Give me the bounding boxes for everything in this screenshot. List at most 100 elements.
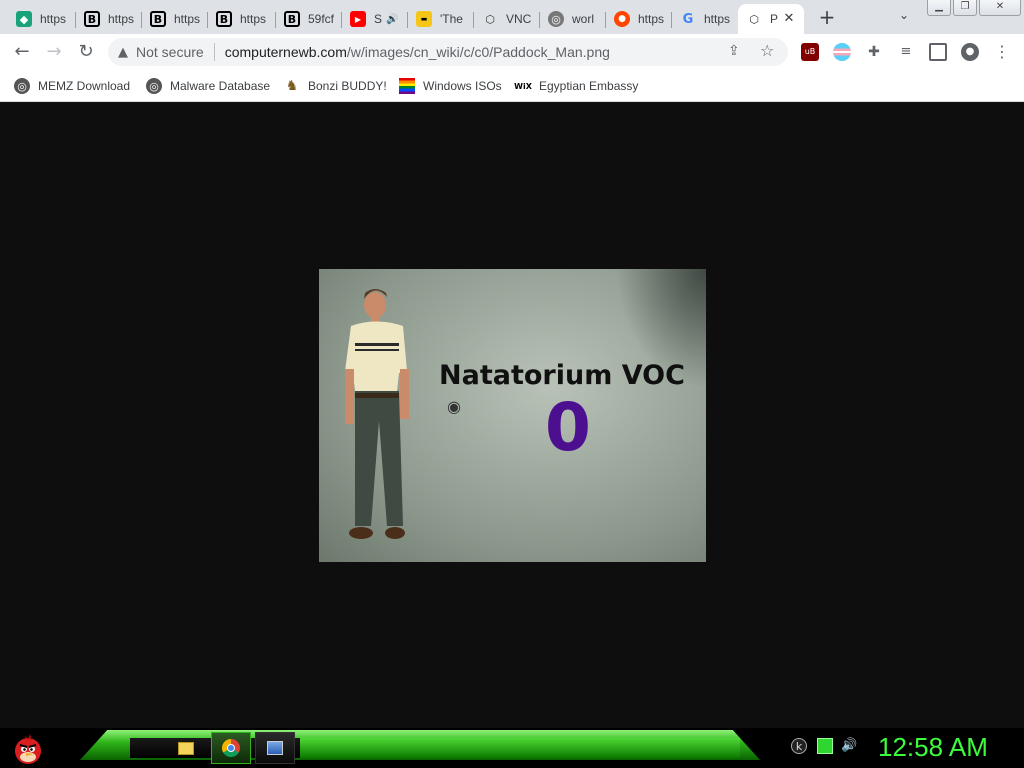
tab-4[interactable]: B https xyxy=(208,4,276,34)
taskbar-clock[interactable]: 12:58 AM xyxy=(878,732,988,763)
taskbar-chrome-button[interactable] xyxy=(211,732,251,764)
taskbar-folder-icon[interactable] xyxy=(166,732,206,764)
close-tab-icon[interactable]: ✕ xyxy=(780,10,798,28)
taskbar-green-band xyxy=(300,738,740,758)
tab-title: https xyxy=(174,12,201,26)
youtube-icon: ▶ xyxy=(350,11,366,27)
media-queue-icon[interactable]: ≡ xyxy=(897,43,915,61)
tab-title: P xyxy=(770,12,779,26)
flag-extension-icon[interactable] xyxy=(833,43,851,61)
b-icon: B xyxy=(84,11,100,27)
browser-toolbar: ← → ↻ ▲ Not secure computernewb.com/w/im… xyxy=(0,34,1024,70)
speaker-icon[interactable]: 🔊 xyxy=(386,14,398,25)
vnc-icon: ⬡ xyxy=(485,12,495,26)
url-text[interactable]: computernewb.com/w/images/cn_wiki/c/c0/P… xyxy=(225,44,610,60)
globe-icon: ◎ xyxy=(14,78,30,94)
restore-button[interactable]: ❐ xyxy=(953,0,977,16)
man-figure xyxy=(345,289,409,539)
url-host: computernewb.com xyxy=(224,44,347,60)
tab-title: 'The xyxy=(440,12,463,26)
tab-8[interactable]: ⬡ VNC xyxy=(474,4,540,34)
tab-12-active[interactable]: ⬡ P ✕ xyxy=(738,4,804,34)
divider xyxy=(213,43,215,61)
b-icon: B xyxy=(216,11,232,27)
side-panel-icon[interactable] xyxy=(929,43,947,61)
bookmark-label: Bonzi BUDDY! xyxy=(308,79,387,93)
url-path: /w/images/cn_wiki/c/c0/Paddock_Man.png xyxy=(346,44,610,60)
minimize-button[interactable]: ▁ xyxy=(927,0,951,16)
ublock-icon[interactable]: uB xyxy=(801,43,819,61)
taskbar: k 🔊 12:58 AM xyxy=(0,728,1024,768)
tab-strip: ◆ https B https B https B https B 59fcf … xyxy=(0,0,1024,34)
chrome-icon xyxy=(222,739,240,757)
security-label[interactable]: Not secure xyxy=(136,44,204,60)
bookmark-memz[interactable]: ◎ MEMZ Download xyxy=(14,76,130,96)
tab-title: https xyxy=(108,12,135,26)
tray-k-icon[interactable]: k xyxy=(791,738,807,754)
bonzi-icon: ♞ xyxy=(285,78,299,94)
bookmark-windows-isos[interactable]: Windows ISOs xyxy=(399,76,502,96)
profile-icon[interactable]: ● xyxy=(961,43,979,61)
window-controls: ▁ ❐ ✕ xyxy=(927,0,1024,18)
tab-11[interactable]: G https xyxy=(672,4,738,34)
voc-value: 0 xyxy=(545,389,591,466)
tab-title: https xyxy=(638,12,665,26)
taskbar-vnc-button[interactable] xyxy=(255,732,295,764)
tab-5[interactable]: B 59fcf xyxy=(276,4,342,34)
b-icon: B xyxy=(150,11,166,27)
wix-icon: WiX xyxy=(514,81,532,91)
tab-title: worl xyxy=(572,12,595,26)
rainbow-flag-icon xyxy=(399,78,415,94)
reddit-icon: ● xyxy=(614,11,630,27)
reload-icon[interactable]: ↻ xyxy=(74,40,98,64)
tab-6[interactable]: ▶ S 🔊 xyxy=(342,4,408,34)
network-icon[interactable] xyxy=(817,738,833,754)
star-icon[interactable]: ☆ xyxy=(760,41,774,60)
bookmark-label: Egyptian Embassy xyxy=(539,79,639,93)
volume-icon[interactable]: 🔊 xyxy=(841,738,857,754)
tab-7[interactable]: ▬ 'The xyxy=(408,4,474,34)
bookmark-malware-database[interactable]: ◎ Malware Database xyxy=(146,76,270,96)
bookmark-bonzi-buddy[interactable]: ♞ Bonzi BUDDY! xyxy=(284,76,387,96)
bookmark-label: Malware Database xyxy=(170,79,271,93)
eye-icon: ◉ xyxy=(447,397,461,416)
globe-icon: ◎ xyxy=(146,78,162,94)
tab-3[interactable]: B https xyxy=(142,4,208,34)
tab-title: https xyxy=(40,12,67,26)
share-icon[interactable]: ⇪ xyxy=(728,43,740,59)
tab-title: 59fcf xyxy=(308,12,335,26)
tab-title: https xyxy=(240,12,267,26)
folder-icon xyxy=(178,741,194,755)
globe-icon: ◎ xyxy=(548,11,564,27)
tab-title: VNC xyxy=(506,12,532,26)
tab-1[interactable]: ◆ https xyxy=(8,4,76,34)
b-icon: B xyxy=(284,11,300,27)
paddock-man-image[interactable]: ◉ Natatorium VOC 0 xyxy=(319,269,706,562)
green-cube-icon: ◆ xyxy=(16,11,32,27)
new-tab-button[interactable]: + xyxy=(814,6,840,28)
tab-title: https xyxy=(704,12,731,26)
vnc-icon: ⬡ xyxy=(749,12,759,26)
chevron-down-icon[interactable]: ⌄ xyxy=(894,8,914,26)
address-bar[interactable]: ▲ Not secure computernewb.com/w/images/c… xyxy=(108,38,788,66)
angry-bird-start-icon[interactable] xyxy=(10,730,46,766)
google-icon: G xyxy=(682,11,694,27)
close-window-button[interactable]: ✕ xyxy=(979,0,1021,16)
forward-arrow-icon[interactable]: → xyxy=(42,40,66,64)
tab-2[interactable]: B https xyxy=(76,4,142,34)
page-content: ◉ Natatorium VOC 0 xyxy=(0,103,1024,728)
back-arrow-icon[interactable]: ← xyxy=(10,40,34,64)
tab-9[interactable]: ◎ worl xyxy=(540,4,606,34)
bookmark-label: MEMZ Download xyxy=(38,79,131,93)
puzzle-icon[interactable]: ✚ xyxy=(865,43,883,61)
bookmark-label: Windows ISOs xyxy=(423,79,502,93)
tab-title: S xyxy=(374,12,383,26)
computer-icon xyxy=(267,741,283,755)
menu-kebab-icon[interactable]: ⋮ xyxy=(993,43,1011,61)
tab-10[interactable]: ● https xyxy=(606,4,672,34)
bookmark-egyptian-embassy[interactable]: WiX Egyptian Embassy xyxy=(514,76,639,96)
warning-icon[interactable]: ▲ xyxy=(118,45,128,60)
bookmarks-bar: ◎ MEMZ Download ◎ Malware Database ♞ Bon… xyxy=(0,70,1024,102)
imdb-icon: ▬ xyxy=(416,11,432,27)
image-caption: Natatorium VOC xyxy=(439,360,685,391)
